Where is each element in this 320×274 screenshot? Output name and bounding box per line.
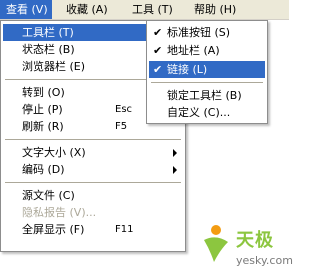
submenu-arrow-icon xyxy=(173,166,177,174)
menu-view[interactable]: 查看 (V) xyxy=(0,0,52,19)
checkmark-icon: ✔ xyxy=(153,26,163,39)
submenu-item-customize-label: 自定义 (C)... xyxy=(167,106,231,119)
menu-tools[interactable]: 工具 (T) xyxy=(126,0,182,19)
menu-item-refresh-label: 刷新 (R) xyxy=(22,120,64,133)
submenu-item-lock-toolbars[interactable]: 锁定工具栏 (B) xyxy=(149,87,265,104)
submenu-item-links[interactable]: ✔ 链接 (L) xyxy=(149,61,265,78)
menu-separator xyxy=(151,82,263,83)
menu-item-privacy-report: 隐私报告 (V)... xyxy=(3,204,183,221)
submenu-item-lock-toolbars-label: 锁定工具栏 (B) xyxy=(167,89,242,102)
submenu-item-customize[interactable]: 自定义 (C)... xyxy=(149,104,265,121)
menu-item-status-bar-label: 状态栏 (B) xyxy=(22,43,75,56)
toolbars-submenu: ✔ 标准按钮 (S) ✔ 地址栏 (A) ✔ 链接 (L) 锁定工具栏 (B) … xyxy=(146,20,268,124)
yesky-brand-text: 天极 xyxy=(236,230,274,251)
menu-item-text-size-label: 文字大小 (X) xyxy=(22,146,86,159)
menu-item-toolbars-label: 工具栏 (T) xyxy=(22,26,74,39)
menu-tools-label: 工具 (T) xyxy=(132,3,173,16)
menu-item-full-screen-label: 全屏显示 (F) xyxy=(22,223,85,236)
menu-item-go-to-label: 转到 (O) xyxy=(22,86,65,99)
submenu-item-standard-buttons-label: 标准按钮 (S) xyxy=(167,26,231,39)
menu-item-stop-shortcut: Esc xyxy=(115,104,133,115)
menu-item-full-screen-shortcut: F11 xyxy=(115,224,134,235)
checkmark-icon: ✔ xyxy=(153,63,163,76)
yesky-domain-text: yesky.com xyxy=(236,254,293,267)
menu-item-refresh-shortcut: F5 xyxy=(115,121,128,132)
checkmark-icon: ✔ xyxy=(153,44,163,57)
menu-view-label: 查看 (V) xyxy=(6,3,48,16)
submenu-item-standard-buttons[interactable]: ✔ 标准按钮 (S) xyxy=(149,24,265,41)
menu-item-view-source[interactable]: 源文件 (C) xyxy=(3,187,183,204)
yesky-watermark: 天极 yesky.com xyxy=(196,214,293,272)
submenu-arrow-icon xyxy=(173,149,177,157)
menu-bar: 查看 (V) 收藏 (A) 工具 (T) 帮助 (H) xyxy=(0,0,289,20)
menu-item-full-screen[interactable]: 全屏显示 (F) F11 xyxy=(3,221,183,238)
menu-help-label: 帮助 (H) xyxy=(194,3,237,16)
menu-separator xyxy=(5,139,181,140)
menu-item-view-source-label: 源文件 (C) xyxy=(22,189,75,202)
menu-favorites[interactable]: 收藏 (A) xyxy=(60,0,116,19)
menu-item-explorer-bar-label: 浏览器栏 (E) xyxy=(22,60,86,73)
submenu-item-links-label: 链接 (L) xyxy=(167,63,208,76)
menu-separator xyxy=(5,182,181,183)
menu-favorites-label: 收藏 (A) xyxy=(66,3,108,16)
menu-item-encoding[interactable]: 编码 (D) xyxy=(3,161,183,178)
menu-item-encoding-label: 编码 (D) xyxy=(22,163,65,176)
submenu-item-address-bar[interactable]: ✔ 地址栏 (A) xyxy=(149,42,265,59)
menu-item-text-size[interactable]: 文字大小 (X) xyxy=(3,144,183,161)
menu-item-stop-label: 停止 (P) xyxy=(22,103,63,116)
menu-item-privacy-report-label: 隐私报告 (V)... xyxy=(22,206,97,219)
submenu-item-address-bar-label: 地址栏 (A) xyxy=(167,44,220,57)
menu-help[interactable]: 帮助 (H) xyxy=(188,0,244,19)
yesky-logo-icon xyxy=(204,225,228,262)
